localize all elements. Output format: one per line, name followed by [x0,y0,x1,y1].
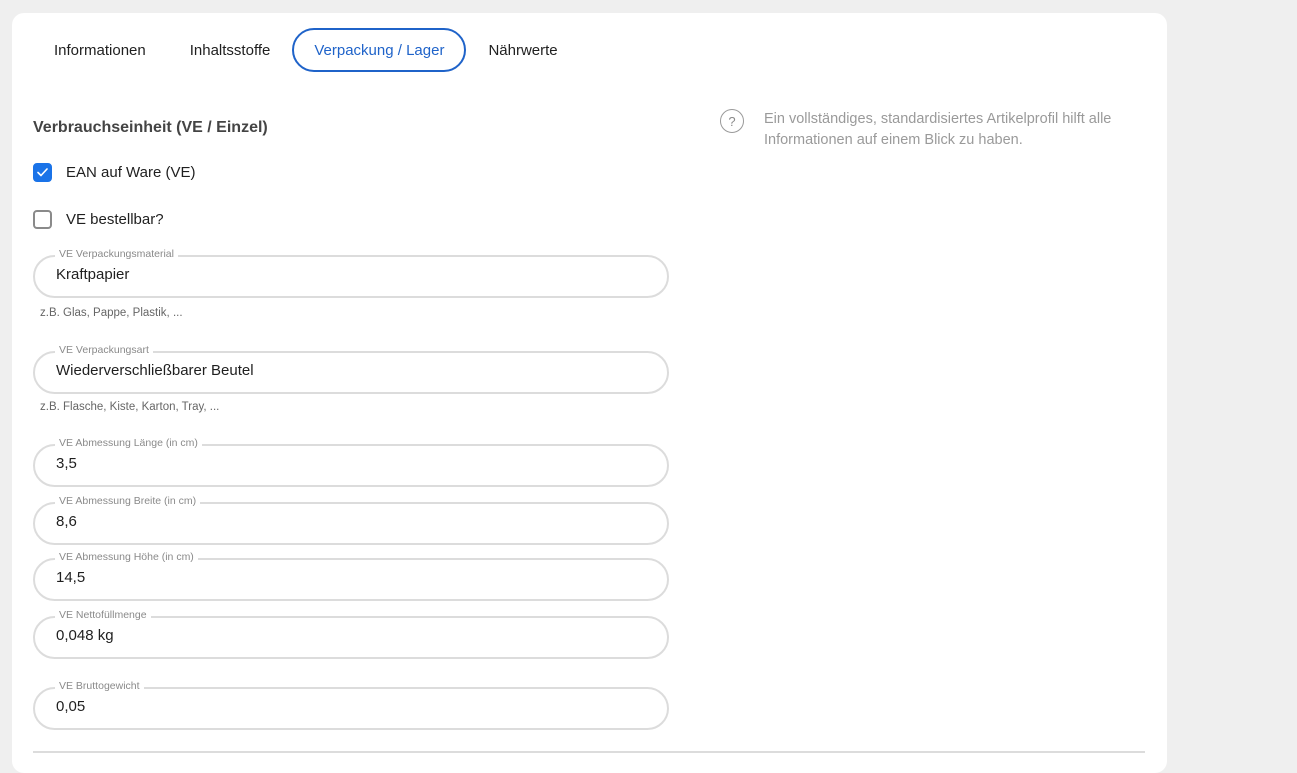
abmessung-breite-label: VE Abmessung Breite (in cm) [55,495,201,507]
abmessung-hoehe-label: VE Abmessung Höhe (in cm) [55,551,198,563]
verpackungsmaterial-label: VE Verpackungsmaterial [55,248,178,260]
ean-checkbox-row[interactable]: EAN auf Ware (VE) [33,163,195,182]
help-text: Ein vollständiges, standardisiertes Arti… [764,111,1112,148]
abmessung-breite-field[interactable]: VE Abmessung Breite (in cm) 8,6 [33,495,669,545]
verpackungsart-input[interactable]: Wiederverschließbarer Beutel [56,362,646,379]
abmessung-hoehe-field[interactable]: VE Abmessung Höhe (in cm) 14,5 [33,551,669,601]
abmessung-laenge-label: VE Abmessung Länge (in cm) [55,437,202,449]
abmessung-laenge-field[interactable]: VE Abmessung Länge (in cm) 3,5 [33,437,669,487]
abmessung-hoehe-input[interactable]: 14,5 [56,569,646,586]
nettofuellmenge-input[interactable]: 0,048 kg [56,627,646,644]
tab-verpackung-lager[interactable]: Verpackung / Lager [292,28,467,72]
nettofuellmenge-label: VE Nettofüllmenge [55,609,151,621]
product-form-card: Informationen Inhaltsstoffe Verpackung /… [12,13,1167,773]
bestellbar-checkbox[interactable] [33,210,52,229]
bruttogewicht-input[interactable]: 0,05 [56,698,646,715]
help-note: ? Ein vollständiges, standardisiertes Ar… [720,109,1144,151]
tab-naehrwerte[interactable]: Nährwerte [466,28,579,72]
nettofuellmenge-field[interactable]: VE Nettofüllmenge 0,048 kg [33,609,669,659]
tab-inhaltsstoffe[interactable]: Inhaltsstoffe [168,28,293,72]
ean-checkbox-label: EAN auf Ware (VE) [66,164,196,181]
checkmark-icon [37,168,48,177]
question-circle-icon[interactable]: ? [720,109,744,133]
tab-bar: Informationen Inhaltsstoffe Verpackung /… [42,28,580,72]
verpackungsart-field[interactable]: VE Verpackungsart Wiederverschließbarer … [33,344,669,394]
abmessung-laenge-input[interactable]: 3,5 [56,455,646,472]
verpackungsmaterial-field[interactable]: VE Verpackungsmaterial Kraftpapier [33,248,669,298]
verpackungsmaterial-input[interactable]: Kraftpapier [56,266,646,283]
verpackungsart-label: VE Verpackungsart [55,344,153,356]
bestellbar-checkbox-label: VE bestellbar? [66,211,164,228]
tab-informationen[interactable]: Informationen [42,28,168,72]
verpackungsart-hint: z.B. Flasche, Kiste, Karton, Tray, ... [40,401,220,413]
bruttogewicht-field[interactable]: VE Bruttogewicht 0,05 [33,680,669,730]
abmessung-breite-input[interactable]: 8,6 [56,513,646,530]
ean-checkbox[interactable] [33,163,52,182]
section-divider [33,751,1145,753]
section-title: Verbrauchseinheit (VE / Einzel) [33,119,268,136]
bestellbar-checkbox-row[interactable]: VE bestellbar? [33,210,164,229]
bruttogewicht-label: VE Bruttogewicht [55,680,144,692]
verpackungsmaterial-hint: z.B. Glas, Pappe, Plastik, ... [40,307,183,319]
